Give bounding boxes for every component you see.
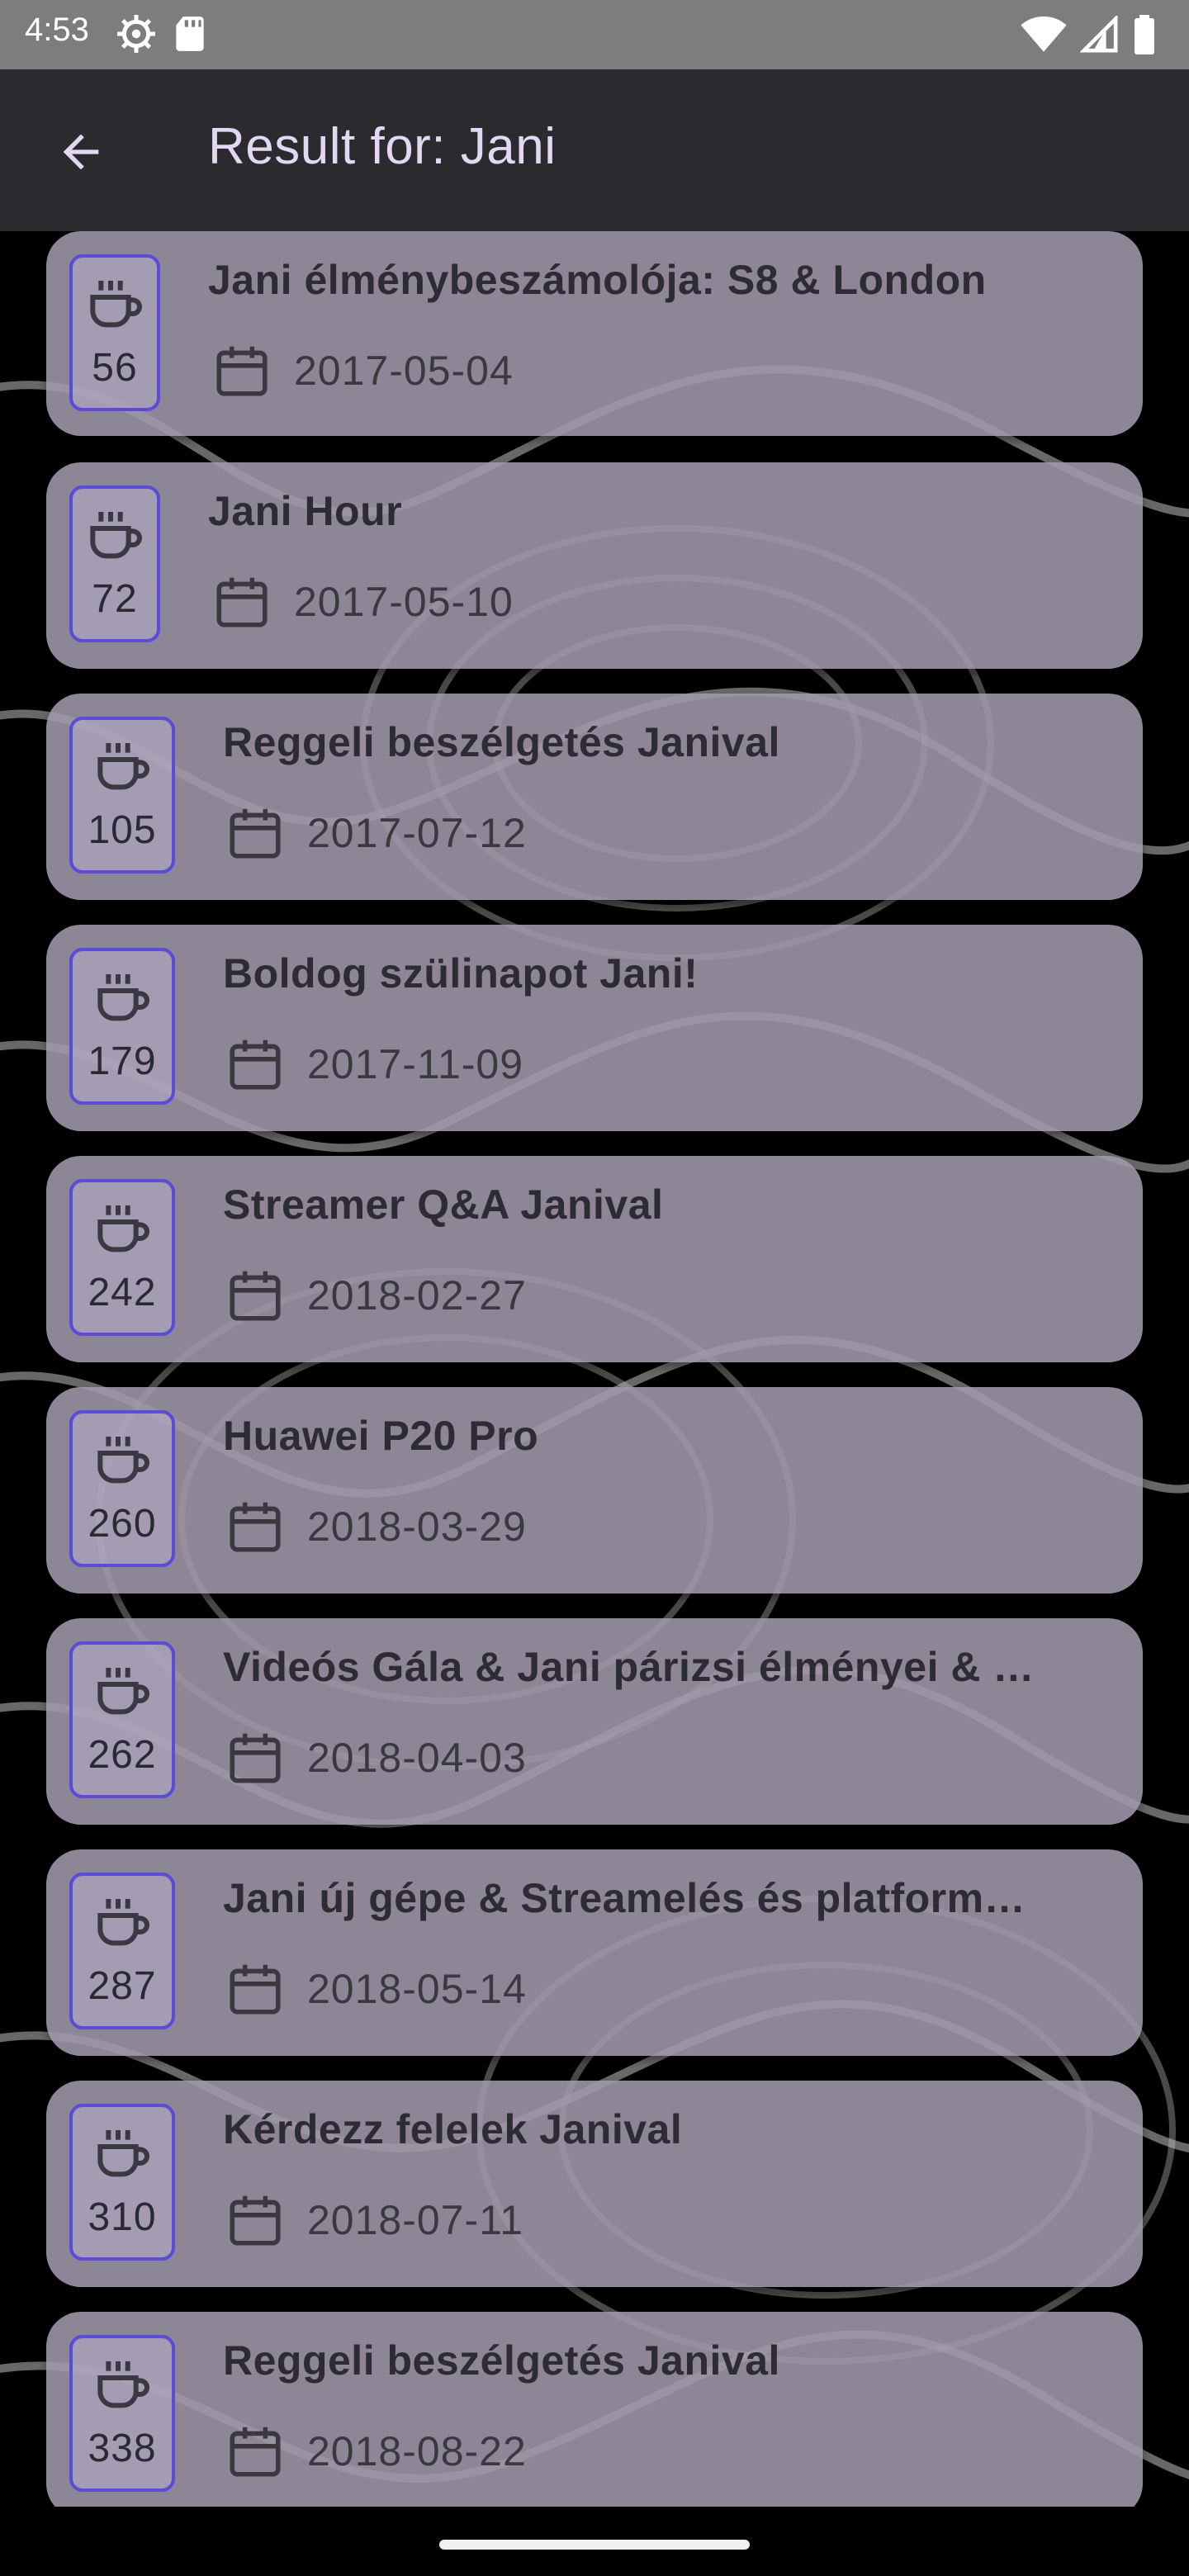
signal-icon bbox=[1080, 16, 1118, 53]
sd-card-icon bbox=[176, 17, 204, 51]
episode-badge: 310 bbox=[69, 2104, 175, 2261]
date-row: 2018-07-11 bbox=[225, 2190, 523, 2251]
result-card[interactable]: 338 Reggeli beszélgetés Janival 2018-08-… bbox=[46, 2312, 1143, 2507]
page-title: Result for: Jani bbox=[208, 118, 557, 175]
episode-title: Videós Gála & Jani párizsi élményei & … bbox=[223, 1644, 1035, 1690]
calendar-icon bbox=[230, 1964, 281, 2015]
episode-title: Streamer Q&A Janival bbox=[223, 1181, 664, 1228]
date-row: 2017-07-12 bbox=[225, 803, 527, 864]
episode-date: 2018-03-29 bbox=[307, 1503, 527, 1550]
episode-number: 287 bbox=[88, 1964, 157, 2008]
result-card[interactable]: 105 Reggeli beszélgetés Janival 2017-07-… bbox=[46, 694, 1143, 900]
coffee-cup-icon bbox=[97, 743, 149, 790]
episode-title: Jani Hour bbox=[208, 488, 403, 534]
episode-title: Jani élménybeszámolója: S8 & London bbox=[208, 257, 987, 303]
coffee-cup-icon bbox=[97, 2361, 149, 2408]
coffee-cup-icon bbox=[97, 2130, 149, 2177]
coffee-cup-icon bbox=[97, 974, 149, 1021]
status-right-icons bbox=[1021, 15, 1156, 54]
episode-number: 105 bbox=[88, 808, 157, 852]
episode-date: 2017-05-04 bbox=[294, 348, 514, 394]
calendar-icon bbox=[230, 2195, 281, 2246]
date-row: 2017-05-04 bbox=[211, 340, 514, 401]
coffee-cup-icon bbox=[90, 281, 142, 328]
episode-title: Reggeli beszélgetés Janival bbox=[223, 2337, 780, 2384]
episode-number: 338 bbox=[88, 2427, 157, 2470]
episode-number: 179 bbox=[88, 1039, 157, 1083]
episode-badge: 56 bbox=[69, 254, 160, 411]
episode-date: 2017-05-10 bbox=[294, 579, 514, 625]
episode-badge: 338 bbox=[69, 2335, 175, 2492]
back-button[interactable] bbox=[50, 121, 112, 183]
results-list[interactable]: 56 Jani élménybeszámolója: S8 & London 2… bbox=[0, 231, 1189, 2507]
date-row: 2018-02-27 bbox=[225, 1265, 527, 1326]
calendar-icon bbox=[230, 1271, 281, 1321]
calendar-icon bbox=[230, 808, 281, 859]
episode-date: 2018-05-14 bbox=[307, 1966, 527, 2012]
coffee-cup-icon bbox=[97, 1205, 149, 1252]
calendar-icon bbox=[216, 577, 268, 627]
calendar-icon bbox=[230, 1039, 281, 1090]
episode-number: 260 bbox=[88, 1502, 157, 1546]
settings-icon bbox=[117, 15, 155, 53]
wifi-icon bbox=[1021, 16, 1067, 52]
coffee-cup-icon bbox=[90, 512, 142, 559]
calendar-icon bbox=[230, 1733, 281, 1783]
episode-badge: 242 bbox=[69, 1179, 175, 1336]
episode-title: Jani új gépe & Streamelés és platform… bbox=[223, 1875, 1026, 1921]
result-card[interactable]: 56 Jani élménybeszámolója: S8 & London 2… bbox=[46, 231, 1143, 436]
episode-number: 242 bbox=[88, 1271, 157, 1314]
calendar-icon bbox=[216, 346, 268, 396]
date-row: 2018-04-03 bbox=[225, 1727, 527, 1788]
episode-date: 2018-07-11 bbox=[307, 2197, 524, 2243]
navigation-bar bbox=[0, 2507, 1189, 2576]
episode-number: 262 bbox=[88, 1733, 157, 1777]
episode-number: 56 bbox=[92, 346, 138, 390]
calendar-icon bbox=[230, 2427, 281, 2477]
episode-badge: 72 bbox=[69, 485, 160, 642]
result-card[interactable]: 287 Jani új gépe & Streamelés és platfor… bbox=[46, 1849, 1143, 2056]
calendar-icon bbox=[230, 1502, 281, 1552]
episode-number: 310 bbox=[88, 2195, 157, 2239]
episode-badge: 287 bbox=[69, 1873, 175, 2029]
episode-title: Huawei P20 Pro bbox=[223, 1413, 539, 1459]
episode-date: 2017-11-09 bbox=[307, 1041, 524, 1087]
episode-title: Kérdezz felelek Janival bbox=[223, 2106, 683, 2152]
app-bar: Result for: Jani bbox=[0, 69, 1189, 231]
episode-title: Reggeli beszélgetés Janival bbox=[223, 719, 780, 765]
date-row: 2018-08-22 bbox=[225, 2421, 527, 2482]
episode-date: 2018-04-03 bbox=[307, 1735, 527, 1781]
result-card[interactable]: 179 Boldog szülinapot Jani! 2017-11-09 bbox=[46, 925, 1143, 1131]
coffee-cup-icon bbox=[97, 1668, 149, 1715]
result-card[interactable]: 310 Kérdezz felelek Janival 2018-07-11 bbox=[46, 2081, 1143, 2287]
status-bar: 4:53 bbox=[0, 0, 1189, 69]
episode-badge: 260 bbox=[69, 1410, 175, 1567]
date-row: 2017-11-09 bbox=[225, 1034, 523, 1095]
episode-date: 2018-08-22 bbox=[307, 2428, 527, 2474]
arrow-back-icon bbox=[63, 134, 99, 170]
episode-number: 72 bbox=[92, 577, 138, 621]
date-row: 2017-05-10 bbox=[211, 571, 514, 632]
coffee-cup-icon bbox=[97, 1899, 149, 1946]
result-card[interactable]: 260 Huawei P20 Pro 2018-03-29 bbox=[46, 1387, 1143, 1593]
date-row: 2018-05-14 bbox=[225, 1958, 527, 2020]
coffee-cup-icon bbox=[97, 1437, 149, 1484]
home-gesture-handle[interactable] bbox=[439, 2540, 750, 2550]
result-card[interactable]: 262 Videós Gála & Jani párizsi élményei … bbox=[46, 1618, 1143, 1825]
result-card[interactable]: 72 Jani Hour 2017-05-10 bbox=[46, 462, 1143, 669]
episode-badge: 262 bbox=[69, 1641, 175, 1798]
episode-date: 2018-02-27 bbox=[307, 1272, 527, 1319]
episode-date: 2017-07-12 bbox=[307, 810, 527, 856]
status-left-icons bbox=[116, 13, 208, 54]
episode-badge: 179 bbox=[69, 948, 175, 1105]
status-time: 4:53 bbox=[25, 12, 89, 48]
episode-badge: 105 bbox=[69, 717, 175, 874]
battery-icon bbox=[1135, 15, 1154, 54]
result-card[interactable]: 242 Streamer Q&A Janival 2018-02-27 bbox=[46, 1156, 1143, 1362]
date-row: 2018-03-29 bbox=[225, 1496, 527, 1557]
episode-title: Boldog szülinapot Jani! bbox=[223, 950, 699, 997]
